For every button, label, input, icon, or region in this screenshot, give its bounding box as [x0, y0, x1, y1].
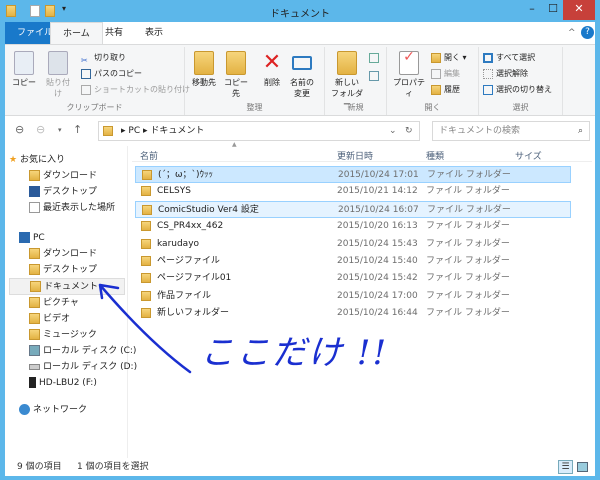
handwritten-arrow	[98, 283, 192, 374]
arrow-icon	[98, 283, 192, 374]
handwritten-annotation: ここだけ !!	[200, 333, 389, 373]
